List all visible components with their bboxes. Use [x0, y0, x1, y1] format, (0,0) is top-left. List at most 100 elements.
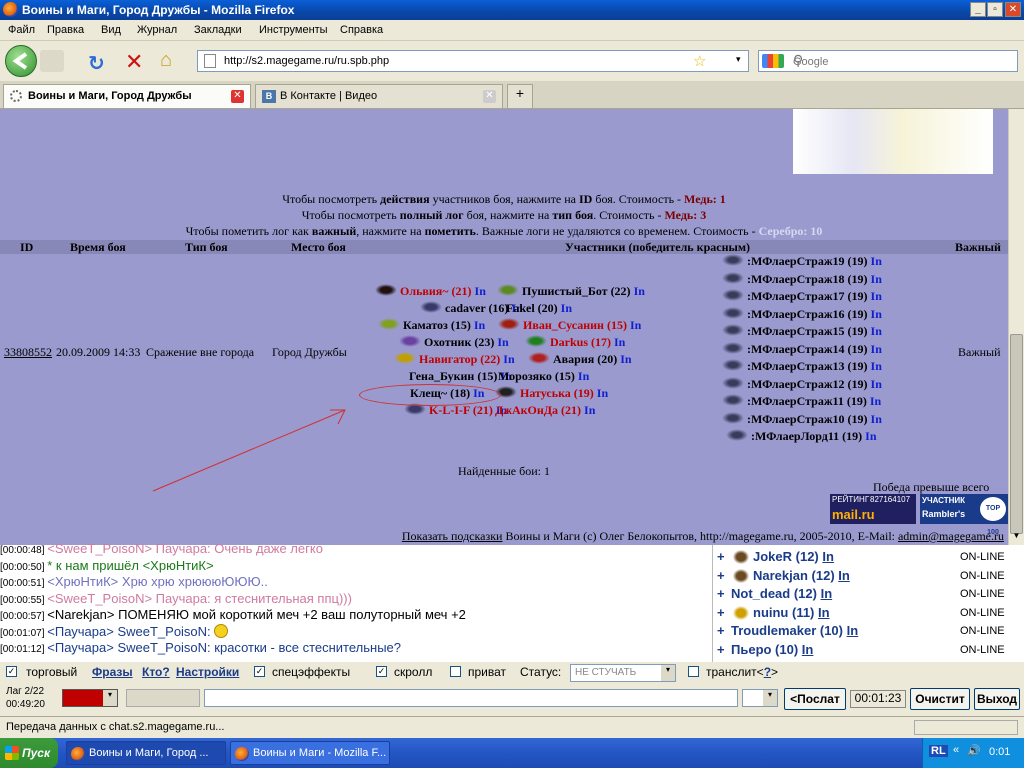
guard-name[interactable]: :МФлаерСтраж11 (19)	[747, 394, 870, 408]
tab-game[interactable]: Воины и Маги, Город Дружбы ✕	[3, 84, 251, 108]
close-tab-icon[interactable]: ✕	[483, 90, 496, 103]
language-indicator[interactable]: RL	[929, 745, 948, 757]
fighter-name[interactable]: Пушистый_Бот	[522, 284, 611, 298]
fighter-name[interactable]: Натуська	[520, 386, 574, 400]
task-game-window[interactable]: Воины и Маги, Город ...	[66, 741, 226, 765]
guard-name[interactable]: :МФлаерСтраж12 (19)	[747, 377, 871, 391]
chat-nick[interactable]: <Narekjan>	[47, 607, 114, 622]
task-firefox-window[interactable]: Воины и Маги - Mozilla F...	[230, 741, 390, 765]
guard-info-link[interactable]: In	[871, 342, 882, 356]
email-link[interactable]: admin@magegame.ru	[898, 529, 1004, 543]
settings-link[interactable]: Настройки	[176, 665, 239, 679]
phrases-link[interactable]: Фразы	[92, 665, 133, 679]
fighter-name[interactable]: Ольвия~	[400, 284, 452, 298]
user-name[interactable]: Not_dead (12)	[731, 586, 821, 601]
fighter-name[interactable]: Darkus	[550, 335, 591, 349]
guard-info-link[interactable]: In	[871, 307, 882, 321]
guard-name[interactable]: :МФлаерСтраж10 (19)	[747, 412, 871, 426]
fighter-info-link[interactable]: In	[474, 318, 485, 332]
guard-name[interactable]: :МФлаерСтраж18 (19)	[747, 272, 871, 286]
user-name[interactable]: JokeR (12)	[753, 549, 822, 564]
chat-nick[interactable]: <Паучара>	[47, 640, 114, 655]
guard-name[interactable]: :МФлаерСтраж15 (19)	[747, 324, 871, 338]
user-info-link[interactable]: In	[847, 623, 859, 638]
who-link[interactable]: Кто?	[142, 665, 170, 679]
fighter-info-link[interactable]: In	[578, 369, 589, 383]
guard-info-link[interactable]: In	[870, 394, 881, 408]
guard-name[interactable]: :МФлаерЛорд11 (19)	[751, 429, 865, 443]
fighter-name[interactable]: ДжАкОнДа	[495, 403, 561, 417]
guard-name[interactable]: :МФлаерСтраж17 (19)	[747, 289, 871, 303]
chat-nick[interactable]: <SweeT_PoisoN>	[47, 591, 152, 606]
rambler-counter[interactable]: УЧАСТНИК Rambler's TOP 100	[920, 494, 1008, 536]
user-info-link[interactable]: In	[818, 605, 830, 620]
guard-info-link[interactable]: In	[871, 254, 882, 268]
guard-info-link[interactable]: In	[871, 324, 882, 338]
fighter-info-link[interactable]: In	[630, 318, 641, 332]
dropdown-icon[interactable]: ▾	[736, 54, 741, 65]
translit-help-link[interactable]: ?	[764, 665, 771, 679]
user-expand-icon[interactable]: +	[717, 605, 725, 620]
mailru-counter[interactable]: РЕЙТИНГ 827164107 mail.ru	[830, 494, 916, 524]
scrollbar-thumb[interactable]	[1010, 334, 1023, 534]
status-select[interactable]: НЕ СТУЧАТЬ ▾	[570, 664, 676, 682]
fighter-name[interactable]: Морозяко	[498, 369, 555, 383]
battle-type-link[interactable]: Сражение вне города	[146, 345, 254, 360]
fighter-info-link[interactable]: In	[561, 301, 572, 315]
search-bar[interactable]: Google ⚲	[758, 50, 1018, 72]
menu-view[interactable]: Вид	[101, 24, 121, 36]
fighter-name[interactable]: Навигатор	[419, 352, 480, 366]
battle-important[interactable]: Важный	[958, 345, 1001, 360]
chat-nick[interactable]: <Паучара>	[47, 624, 114, 639]
guard-name[interactable]: :МФлаерСтраж19 (19)	[747, 254, 871, 268]
fighter-info-link[interactable]: In	[634, 284, 645, 298]
google-engine-icon[interactable]	[762, 54, 784, 68]
clear-button[interactable]: Очистит	[910, 688, 970, 710]
user-expand-icon[interactable]: +	[717, 623, 725, 638]
maximize-button[interactable]: ▫	[987, 2, 1003, 17]
private-target-field[interactable]	[126, 689, 200, 707]
translit-checkbox[interactable]	[688, 666, 699, 677]
url-bar[interactable]: http://s2.magegame.ru/ru.spb.php ☆ ▾	[197, 50, 749, 72]
guard-info-link[interactable]: In	[871, 272, 882, 286]
reload-icon[interactable]: ↻	[88, 51, 110, 75]
close-tab-icon[interactable]: ✕	[231, 90, 244, 103]
stop-icon[interactable]: ✕	[125, 49, 147, 74]
user-expand-icon[interactable]: +	[717, 568, 725, 583]
send-button[interactable]: <Послат	[784, 688, 846, 710]
user-row[interactable]: + nuinu (11) In ON-LINE	[713, 605, 1024, 623]
guard-info-link[interactable]: In	[871, 359, 882, 373]
user-expand-icon[interactable]: +	[717, 549, 725, 564]
volume-icon[interactable]: 🔊	[967, 744, 981, 757]
fighter-info-link[interactable]: In	[597, 386, 608, 400]
guard-name[interactable]: :МФлаерСтраж14 (19)	[747, 342, 871, 356]
battle-id-link[interactable]: 33808552	[4, 345, 52, 360]
exit-button[interactable]: Выход	[974, 688, 1020, 710]
user-row[interactable]: + JokeR (12) In ON-LINE	[713, 549, 1024, 567]
menu-bookmarks[interactable]: Закладки	[194, 24, 242, 36]
fighter-info-link[interactable]: In	[614, 335, 625, 349]
scroll-checkbox[interactable]: ✓	[376, 666, 387, 677]
minimize-button[interactable]: _	[970, 2, 986, 17]
fighter-name[interactable]: Fakel	[506, 301, 538, 315]
fighter-info-link[interactable]: In	[497, 335, 508, 349]
user-name[interactable]: Пьеро (10)	[731, 642, 802, 657]
trade-checkbox[interactable]: ✓	[6, 666, 17, 677]
user-row[interactable]: + Not_dead (12) In ON-LINE	[713, 586, 1024, 604]
user-info-link[interactable]: In	[822, 549, 834, 564]
bookmark-star-icon[interactable]: ☆	[693, 52, 706, 70]
private-checkbox[interactable]	[450, 666, 461, 677]
user-name[interactable]: nuinu (11)	[753, 605, 818, 620]
start-button[interactable]: Пуск	[0, 738, 58, 768]
new-tab-button[interactable]: +	[507, 84, 533, 108]
tab-vkontakte[interactable]: B В Контакте | Видео ✕	[255, 84, 503, 108]
message-input[interactable]	[204, 689, 738, 707]
fighter-name[interactable]: Авария	[553, 352, 597, 366]
user-row[interactable]: + Troudlemaker (10) In ON-LINE	[713, 623, 1024, 641]
user-row[interactable]: + Пьеро (10) In ON-LINE	[713, 642, 1024, 660]
fighter-info-link[interactable]: In	[584, 403, 595, 417]
fighter-name[interactable]: cadaver	[445, 301, 488, 315]
guard-info-link[interactable]: In	[865, 429, 876, 443]
chat-nick[interactable]: <ХрюНтиК>	[47, 574, 118, 589]
fighter-info-link[interactable]: In	[503, 352, 514, 366]
